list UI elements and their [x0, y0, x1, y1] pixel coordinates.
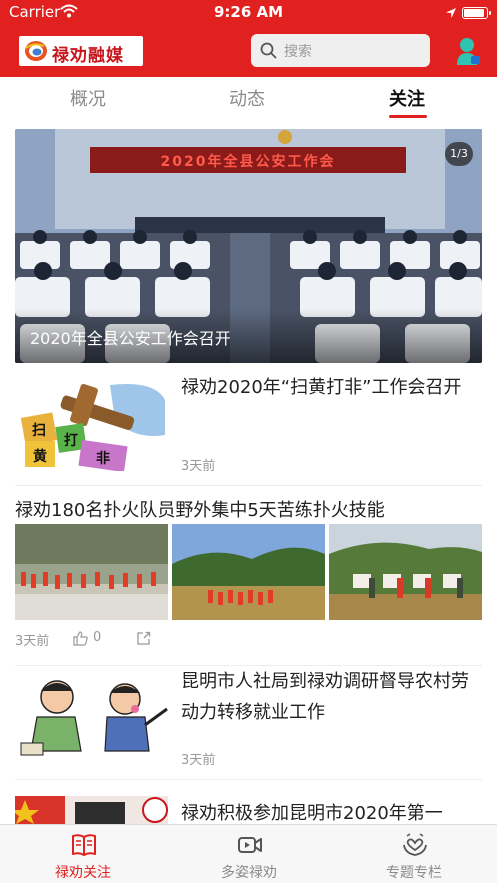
svg-text:黄: 黄 — [33, 448, 47, 465]
hands-heart-icon — [403, 833, 427, 856]
tab-follow[interactable]: 关注 — [389, 85, 425, 111]
location-arrow-icon — [445, 5, 457, 23]
bottom-tab-label: 禄劝关注 — [55, 865, 111, 881]
news-time: 3天前 — [181, 459, 216, 474]
banner-caption-text: 2020年全县公安工作会召开 — [30, 329, 231, 348]
carousel-pager: 1/3 — [445, 142, 473, 166]
category-tabs: 概况 动态 关注 — [0, 77, 497, 121]
book-icon — [72, 834, 96, 856]
bottom-tab-bar: 禄劝关注 多姿禄劝 专题专栏 — [0, 824, 497, 883]
app-logo: 禄劝融媒 — [19, 36, 143, 66]
tab-news[interactable]: 动态 — [229, 85, 265, 111]
bottom-tab-follow[interactable]: 禄劝关注 — [0, 825, 166, 883]
news-image-row — [15, 524, 483, 620]
status-bar: Carrier 9:26 AM — [0, 0, 497, 26]
news-image — [172, 524, 325, 620]
bottom-tab-topics[interactable]: 专题专栏 — [331, 825, 497, 883]
like-icon[interactable] — [73, 631, 88, 650]
divider — [15, 779, 482, 780]
clock: 9:26 AM — [213, 3, 284, 21]
like-count: 0 — [93, 630, 102, 645]
news-thumbnail — [15, 669, 168, 765]
banner-screen-text: 2020年全县公安工作会 — [161, 153, 336, 170]
news-thumbnail: 扫 打 黄 非 — [15, 375, 168, 471]
bottom-tab-label: 专题专栏 — [386, 865, 442, 881]
banner-caption: 2020年全县公安工作会召开 — [15, 309, 482, 363]
svg-text:非: 非 — [96, 450, 110, 467]
search-placeholder: 搜索 — [284, 44, 312, 60]
logo-text: 禄劝融媒 — [52, 46, 124, 66]
banner-carousel[interactable]: 2020年全县公安工作会 1/3 2020年全县公安工作会召开 — [15, 129, 482, 363]
news-title: 昆明市人社局到禄劝调研督导农村劳动力转移就业工作 — [181, 671, 469, 723]
news-image — [329, 524, 482, 620]
bottom-tab-video[interactable]: 多姿禄劝 — [166, 825, 332, 883]
news-title: 禄劝2020年“扫黄打非”工作会召开 — [181, 377, 462, 398]
search-input[interactable]: 搜索 — [251, 34, 430, 67]
active-tab-indicator — [389, 115, 427, 118]
news-thumbnail — [15, 796, 168, 824]
svg-text:打: 打 — [64, 432, 78, 449]
user-avatar[interactable] — [452, 36, 482, 66]
battery-icon — [462, 7, 491, 19]
tab-overview[interactable]: 概况 — [70, 85, 106, 111]
divider — [15, 485, 482, 486]
news-image — [15, 524, 168, 620]
logo-mark-icon — [25, 41, 47, 61]
search-icon — [260, 42, 277, 59]
bottom-tab-label: 多姿禄劝 — [221, 865, 277, 881]
news-time: 3天前 — [15, 634, 50, 649]
user-icon — [457, 38, 480, 65]
svg-text:扫: 扫 — [32, 423, 46, 439]
video-icon — [238, 837, 262, 853]
share-icon[interactable] — [136, 631, 151, 650]
news-time: 3天前 — [181, 753, 216, 768]
news-title: 禄劝180名扑火队员野外集中5天苦练扑火技能 — [15, 500, 385, 521]
